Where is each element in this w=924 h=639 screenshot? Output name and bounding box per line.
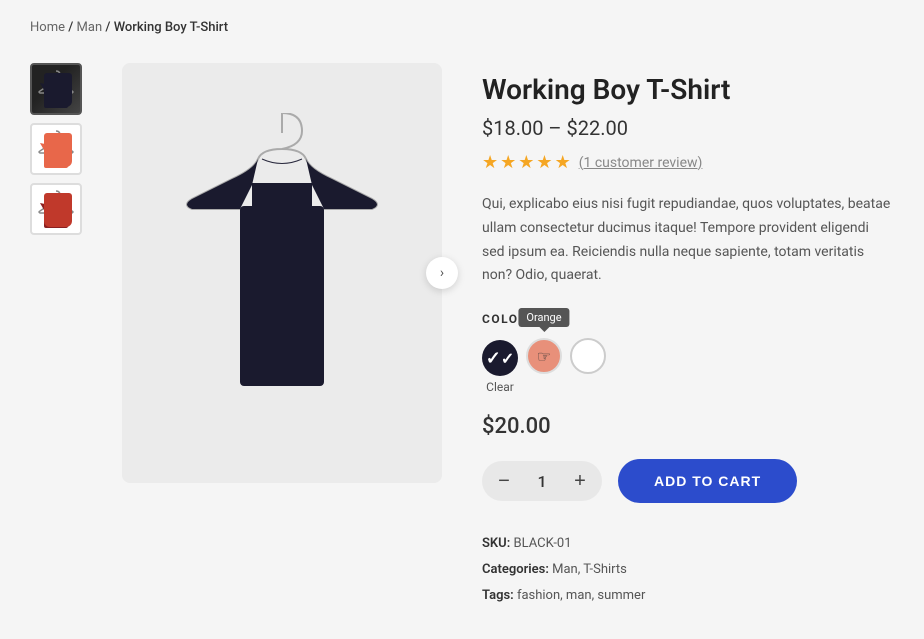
quantity-cart-row: − 1 + ADD TO CART (482, 459, 894, 503)
thumbnail-list (30, 63, 82, 235)
quantity-increase-button[interactable]: + (564, 465, 596, 497)
color-swatch-black-wrapper: ✓ Clear (482, 340, 518, 394)
breadcrumb: Home / Man / Working Boy T-Shirt (30, 20, 894, 35)
breadcrumb-man[interactable]: Man (77, 20, 103, 35)
star-3: ★ (518, 152, 534, 173)
color-swatch-orange-wrapper: Orange ☞ (526, 338, 562, 394)
color-swatch-white[interactable] (570, 338, 606, 374)
color-swatch-black[interactable]: ✓ (482, 340, 518, 376)
star-1: ★ (482, 152, 498, 173)
star-rating: ★ ★ ★ ★ ★ (482, 152, 571, 173)
color-swatch-orange[interactable]: ☞ (526, 338, 562, 374)
sku-label: SKU: (482, 536, 510, 551)
tags-label: Tags: (482, 588, 514, 603)
product-title: Working Boy T-Shirt (482, 73, 894, 106)
product-image (172, 113, 392, 433)
clear-label: Clear (486, 380, 514, 394)
quantity-decrease-button[interactable]: − (488, 465, 520, 497)
rating-row: ★ ★ ★ ★ ★ (1 customer review) (482, 152, 894, 173)
color-swatch-white-wrapper (570, 338, 606, 394)
orange-tooltip: Orange (518, 308, 569, 327)
product-info: Working Boy T-Shirt $18.00 – $22.00 ★ ★ … (482, 63, 894, 609)
page-wrapper: Home / Man / Working Boy T-Shirt (0, 0, 924, 639)
color-section: COLOR ✓ Clear Orange ☞ (482, 312, 894, 394)
thumbnail-black[interactable] (30, 63, 82, 115)
quantity-value: 1 (532, 472, 552, 491)
main-image-container: › (122, 63, 442, 483)
thumbnail-red[interactable] (30, 183, 82, 235)
sku-row: SKU: BLACK-01 (482, 531, 894, 557)
product-meta: SKU: BLACK-01 Categories: Man, T-Shirts … (482, 531, 894, 609)
breadcrumb-current: Working Boy T-Shirt (114, 20, 228, 35)
product-layout: › Working Boy T-Shirt $18.00 – $22.00 ★ … (30, 63, 894, 609)
product-description: Qui, explicabo eius nisi fugit repudiand… (482, 193, 894, 288)
add-to-cart-button[interactable]: ADD TO CART (618, 459, 797, 503)
tags-row: Tags: fashion, man, summer (482, 583, 894, 609)
quantity-control: − 1 + (482, 461, 602, 501)
star-2: ★ (500, 152, 516, 173)
thumbnail-orange[interactable] (30, 123, 82, 175)
categories-label: Categories: (482, 562, 549, 577)
price-range: $18.00 – $22.00 (482, 116, 894, 140)
star-5: ★ (555, 152, 571, 173)
categories-row: Categories: Man, T-Shirts (482, 557, 894, 583)
selected-price: $20.00 (482, 414, 894, 439)
next-image-arrow[interactable]: › (426, 257, 458, 289)
star-4: ★ (536, 152, 552, 173)
main-image-area (122, 63, 442, 483)
review-count-link[interactable]: (1 customer review) (579, 155, 703, 171)
breadcrumb-home[interactable]: Home (30, 20, 65, 35)
